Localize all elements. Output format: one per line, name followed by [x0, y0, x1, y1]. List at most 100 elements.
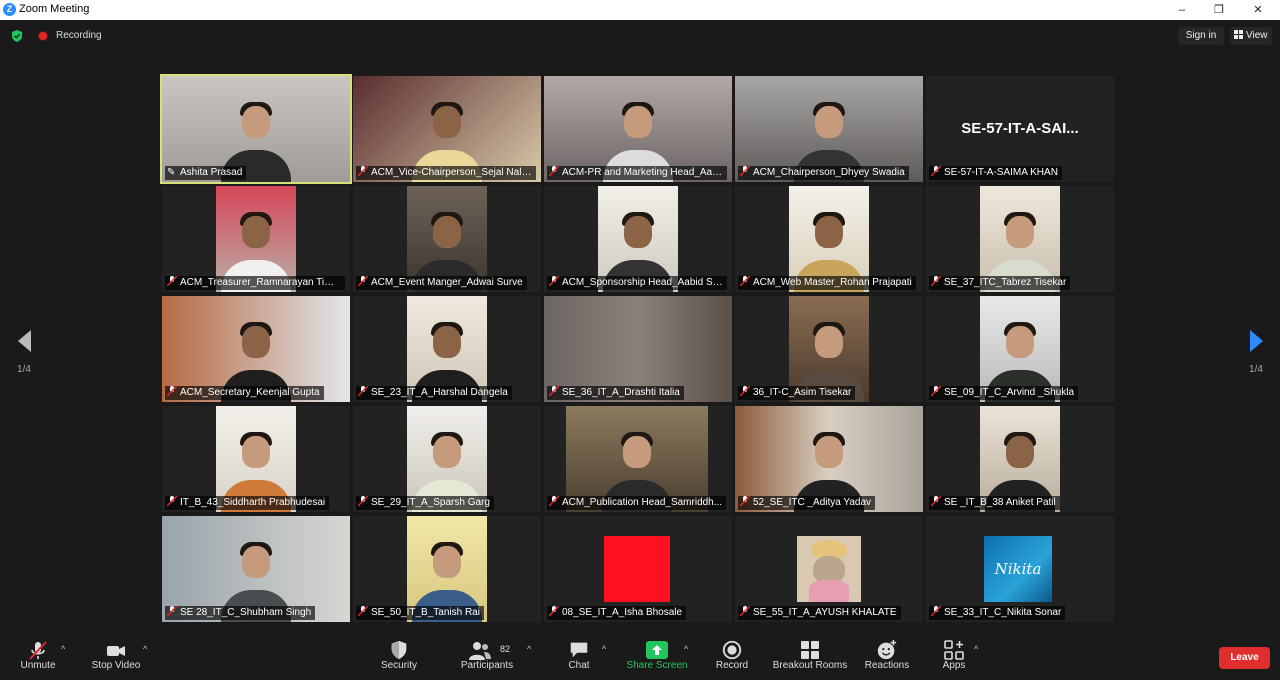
share-options-caret-icon[interactable]: ^: [684, 644, 692, 654]
leave-button[interactable]: Leave: [1219, 647, 1270, 669]
participant-name-tag: 36_IT-C_Asim Tisekar: [738, 386, 856, 400]
window-title: Zoom Meeting: [19, 3, 90, 15]
breakout-rooms-button[interactable]: Breakout Rooms: [770, 634, 850, 680]
participant-name-tag: IT_B_43_Siddharth Prabhudesai: [165, 496, 330, 510]
mic-muted-icon: [549, 386, 559, 396]
encryption-shield-icon[interactable]: [11, 30, 23, 42]
unmute-button[interactable]: Unmute: [14, 634, 62, 680]
apps-options-caret-icon[interactable]: ^: [974, 644, 982, 654]
participant-name-tag: SE _IT_B_38 Aniket Patil: [929, 496, 1060, 510]
mic-muted-icon: [167, 496, 177, 506]
participants-options-caret-icon[interactable]: ^: [527, 644, 535, 654]
participant-name-tag: ACM-PR and Marketing Head_Aay...: [547, 166, 727, 180]
reactions-label: Reactions: [864, 660, 910, 671]
participant-tile[interactable]: SE_55_IT_A_AYUSH KHALATE: [735, 516, 923, 622]
participant-tile[interactable]: Nikita SE_33_IT_C_Nikita Sonar: [926, 516, 1114, 622]
participant-tile[interactable]: SE_37_ITC_Tabrez Tisekar: [926, 186, 1114, 292]
stop-video-button[interactable]: Stop Video: [88, 634, 144, 680]
reactions-button[interactable]: Reactions: [862, 634, 912, 680]
mic-muted-icon: [358, 496, 368, 506]
chat-button[interactable]: Chat: [562, 634, 596, 680]
security-label: Security: [380, 660, 418, 671]
record-button[interactable]: Record: [714, 634, 750, 680]
participant-name-tag: SE_29_IT_A_Sparsh Garg: [356, 496, 494, 510]
arrow-left-icon: [17, 330, 31, 352]
participant-tile[interactable]: 36_IT-C_Asim Tisekar: [735, 296, 923, 402]
mic-muted-icon: [931, 606, 941, 616]
mic-muted-icon: [167, 386, 177, 396]
video-options-caret-icon[interactable]: ^: [143, 644, 151, 654]
participant-tile[interactable]: SE_29_IT_A_Sparsh Garg: [353, 406, 541, 512]
view-button[interactable]: View: [1230, 27, 1272, 45]
mic-muted-icon: [740, 386, 750, 396]
participant-tile[interactable]: SE _IT_B_38 Aniket Patil: [926, 406, 1114, 512]
security-button[interactable]: Security: [376, 634, 422, 680]
participant-tile[interactable]: 08_SE_IT_A_Isha Bhosale: [544, 516, 732, 622]
participant-tile[interactable]: ACM_Sponsorship Head_Aabid Sh...: [544, 186, 732, 292]
breakout-rooms-label: Breakout Rooms: [772, 660, 848, 671]
chat-label: Chat: [568, 660, 590, 671]
minimize-button[interactable]: –: [1172, 1, 1192, 19]
microphone-muted-icon: [29, 641, 47, 660]
chat-bubble-icon: [570, 642, 588, 658]
previous-page-button[interactable]: 1/4: [6, 330, 42, 375]
participant-tile[interactable]: ACM_Web Master_Rohan Prajapati: [735, 186, 923, 292]
participants-icon: [469, 642, 491, 660]
participant-name-tag: ACM_Vice-Chairperson_Sejal Nala...: [356, 166, 536, 180]
arrow-right-icon: [1249, 330, 1263, 352]
participant-tile[interactable]: SE-57-IT-A-SAI... SE-57-IT-A-SAIMA KHAN: [926, 76, 1114, 182]
participant-profile-picture: [797, 536, 861, 602]
view-label: View: [1246, 30, 1268, 41]
apps-icon: [944, 640, 964, 660]
share-screen-icon: [646, 641, 668, 659]
mic-muted-icon: [549, 496, 559, 506]
participant-tile[interactable]: ACM_Event Manger_Adwai Surve: [353, 186, 541, 292]
participant-tile[interactable]: ACM_Chairperson_Dhyey Swadia: [735, 76, 923, 182]
mic-muted-icon: [358, 606, 368, 616]
participant-tile[interactable]: SE_50_IT_B_Tanish Rai: [353, 516, 541, 622]
gallery-grid: ✎ Ashita Prasad ACM_Vice-Chairperson_Seja…: [160, 74, 1118, 623]
participant-name-tag: ACM_Secretary_Keenjal Gupta: [165, 386, 324, 400]
participant-tile[interactable]: ACM_Secretary_Keenjal Gupta: [162, 296, 350, 402]
mic-muted-icon: [740, 166, 750, 176]
participant-tile[interactable]: SE_36_IT_A_Drashti Italia: [544, 296, 732, 402]
participant-name-tag: ACM_Sponsorship Head_Aabid Sh...: [547, 276, 727, 290]
sign-in-button[interactable]: Sign in: [1178, 27, 1224, 45]
mic-muted-icon: [740, 606, 750, 616]
participant-tile[interactable]: 52_SE_ITC _Aditya Yadav: [735, 406, 923, 512]
participant-tile[interactable]: SE_23_IT_A_Harshal Dangela: [353, 296, 541, 402]
participant-tile[interactable]: SE_09_IT_C_Arvind _Shukla: [926, 296, 1114, 402]
participant-name-tag: SE_23_IT_A_Harshal Dangela: [356, 386, 512, 400]
participant-profile-picture: Nikita: [984, 536, 1052, 602]
close-button[interactable]: ✕: [1248, 1, 1268, 19]
participant-tile[interactable]: ACM-PR and Marketing Head_Aay...: [544, 76, 732, 182]
share-screen-label: Share Screen: [626, 660, 688, 671]
share-screen-button[interactable]: Share Screen: [626, 634, 688, 680]
meeting-toolbar: Unmute ^ Stop Video ^ Security 82 Partic…: [0, 634, 1280, 680]
participant-tile[interactable]: ✎ Ashita Prasad: [160, 74, 352, 184]
mic-muted-icon: [931, 386, 941, 396]
mic-muted-icon: [740, 276, 750, 286]
participant-name-tag: SE_36_IT_A_Drashti Italia: [547, 386, 684, 400]
audio-options-caret-icon[interactable]: ^: [61, 644, 69, 654]
participant-tile[interactable]: ACM_Publication Head_Samriddh...: [544, 406, 732, 512]
chat-options-caret-icon[interactable]: ^: [602, 644, 610, 654]
maximize-button[interactable]: ❐: [1209, 1, 1229, 19]
participant-tile[interactable]: ACM_Vice-Chairperson_Sejal Nala...: [353, 76, 541, 182]
security-shield-icon: [391, 640, 407, 660]
next-page-button[interactable]: 1/4: [1238, 330, 1274, 375]
participant-tile[interactable]: IT_B_43_Siddharth Prabhudesai: [162, 406, 350, 512]
recording-label[interactable]: Recording: [56, 30, 102, 41]
participants-button[interactable]: 82 Participants: [456, 634, 518, 680]
recording-indicator-icon[interactable]: [38, 31, 48, 41]
participant-name-tag: ACM_Chairperson_Dhyey Swadia: [738, 166, 909, 180]
mic-muted-icon: [740, 496, 750, 506]
apps-button[interactable]: Apps: [938, 634, 970, 680]
record-icon: [722, 640, 742, 660]
participant-tile[interactable]: ACM_Treasurer_Ramnarayan Tiwari: [162, 186, 350, 292]
reactions-smiley-icon: [877, 639, 897, 660]
mic-muted-icon: [167, 606, 177, 616]
participant-name-tag: SE_55_IT_A_AYUSH KHALATE: [738, 606, 901, 620]
participant-tile[interactable]: SE 28_IT_C_Shubham Singh: [162, 516, 350, 622]
participant-name-tag: SE 28_IT_C_Shubham Singh: [165, 606, 316, 620]
